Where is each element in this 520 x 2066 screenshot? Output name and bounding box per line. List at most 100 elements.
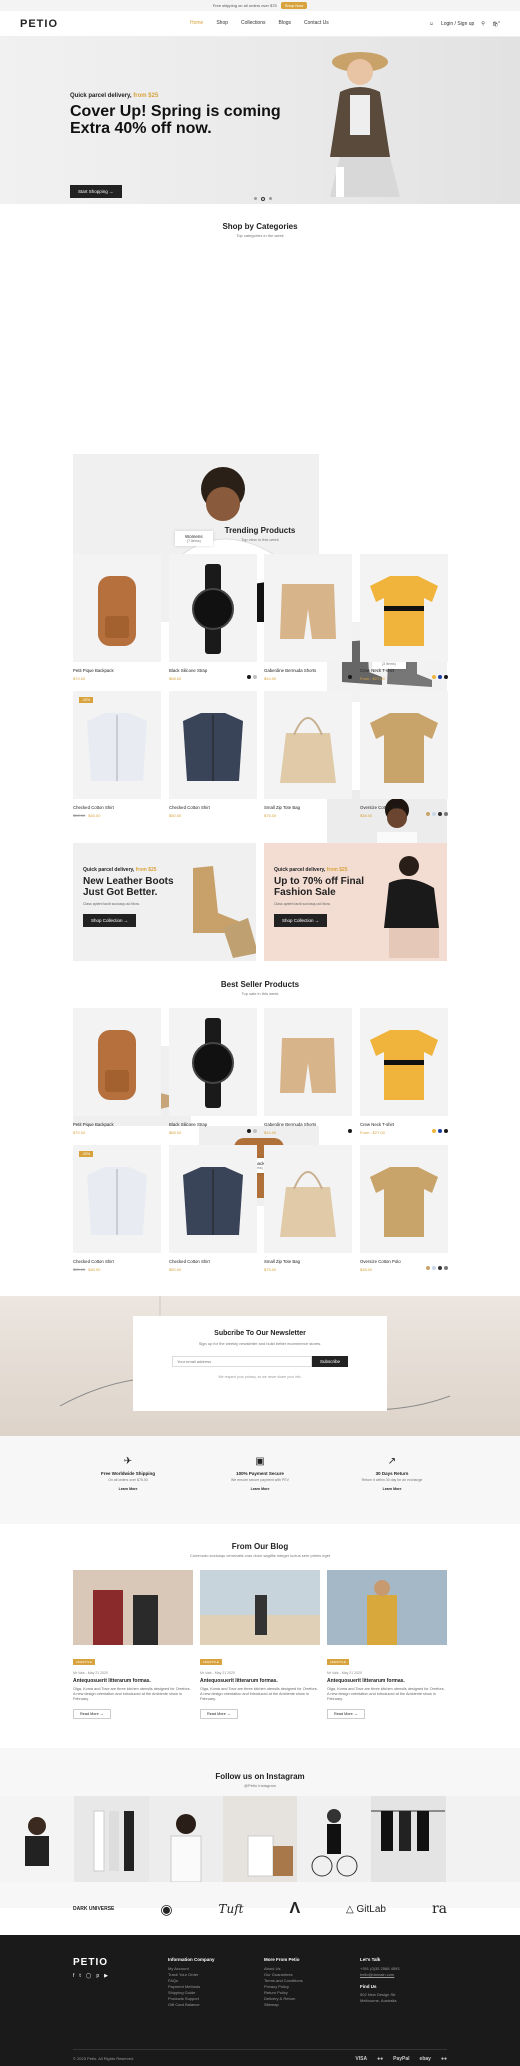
product-card[interactable]: Black Silicone Strap $68.00 bbox=[169, 1008, 257, 1135]
product-name[interactable]: Checked Cotton Shirt bbox=[73, 1259, 161, 1264]
user-icon[interactable]: ☺ bbox=[429, 21, 434, 27]
product-name[interactable]: Crew Neck T-shirt bbox=[360, 1122, 448, 1127]
instagram-post[interactable] bbox=[148, 1796, 223, 1883]
nav-blogs[interactable]: Blogs bbox=[279, 20, 292, 26]
blog-post-title[interactable]: Antequosuerit litterarum formas. bbox=[200, 1678, 320, 1684]
product-name[interactable]: Small Zip Tote Bag bbox=[264, 805, 352, 810]
subscribe-button[interactable]: Subscribe bbox=[311, 1356, 348, 1367]
color-swatch[interactable] bbox=[253, 675, 257, 679]
instagram-icon[interactable]: ◯ bbox=[86, 1973, 92, 1979]
product-card[interactable]: Crew Neck T-shirt From : $27.00 bbox=[360, 554, 448, 681]
nav-shop[interactable]: Shop bbox=[216, 20, 228, 26]
product-card[interactable]: -20% Checked Cotton Shirt $50.00 $40.00 bbox=[73, 1145, 161, 1272]
product-name[interactable]: Black Silicone Strap bbox=[169, 1122, 257, 1127]
product-name[interactable]: Oversize Cotton Polo bbox=[360, 805, 448, 810]
product-image[interactable] bbox=[73, 1008, 161, 1116]
promo-boots-button[interactable]: Shop Collection → bbox=[83, 914, 137, 927]
product-card[interactable]: Small Zip Tote Bag $75.00 bbox=[264, 1145, 352, 1272]
blog-image[interactable] bbox=[327, 1570, 447, 1645]
color-swatch[interactable] bbox=[432, 1266, 436, 1270]
blog-tag[interactable]: LIFESTYLE bbox=[327, 1659, 349, 1665]
product-card[interactable]: Checked Cotton Shirt $50.00 bbox=[169, 691, 257, 818]
color-swatch[interactable] bbox=[444, 812, 448, 816]
product-name[interactable]: Checked Cotton Shirt bbox=[169, 1259, 257, 1264]
product-card[interactable]: Oversize Cotton Polo $38.00 bbox=[360, 691, 448, 818]
product-name[interactable]: Oversize Cotton Polo bbox=[360, 1259, 448, 1264]
lion-logo-icon[interactable]: ◉ bbox=[160, 1901, 172, 1918]
brand-dark-universe[interactable]: DARK UNIVERSE bbox=[73, 1906, 114, 1912]
color-swatch[interactable] bbox=[432, 675, 436, 679]
blog-tag[interactable]: LIFESTYLE bbox=[73, 1659, 95, 1665]
color-swatch[interactable] bbox=[348, 675, 352, 679]
product-card[interactable]: Gaberdine Bermuda Shorts $44.00 bbox=[264, 554, 352, 681]
product-image[interactable] bbox=[169, 691, 257, 799]
instagram-post[interactable] bbox=[297, 1796, 372, 1882]
instagram-post[interactable] bbox=[222, 1796, 298, 1882]
color-swatch[interactable] bbox=[426, 812, 430, 816]
blog-image[interactable] bbox=[200, 1570, 320, 1645]
read-more-button[interactable]: Read More → bbox=[73, 1709, 111, 1719]
product-image[interactable] bbox=[360, 691, 448, 799]
color-swatch[interactable] bbox=[432, 1129, 436, 1133]
footer-link[interactable]: Sitemap bbox=[264, 2002, 303, 2008]
product-image[interactable] bbox=[169, 554, 257, 662]
shop-now-button[interactable]: Shop Now bbox=[280, 2, 308, 9]
product-image[interactable]: -20% bbox=[73, 1145, 161, 1253]
product-card[interactable]: Petit Pique Backpack $70.00 bbox=[73, 1008, 161, 1135]
promo-sale-button[interactable]: Shop Collection → bbox=[274, 914, 328, 927]
brand-tuft[interactable]: Tuft bbox=[219, 1902, 244, 1916]
read-more-button[interactable]: Read More → bbox=[327, 1709, 365, 1719]
product-card[interactable]: Black Silicone Strap $68.00 bbox=[169, 554, 257, 681]
nav-contact[interactable]: Contact Us bbox=[304, 20, 329, 26]
product-name[interactable]: Petit Pique Backpack bbox=[73, 1122, 161, 1127]
footer-email[interactable]: hello@domain.com bbox=[360, 1972, 399, 1978]
twitter-icon[interactable]: t bbox=[79, 1973, 80, 1979]
color-swatch[interactable] bbox=[438, 1266, 442, 1270]
product-image[interactable] bbox=[73, 554, 161, 662]
instagram-post[interactable] bbox=[0, 1796, 75, 1882]
color-swatch[interactable] bbox=[247, 1129, 251, 1133]
login-link[interactable]: Login / Sign up bbox=[441, 21, 474, 27]
feature-learn-more[interactable]: Learn More bbox=[73, 1487, 183, 1491]
ra-logo-icon[interactable]: ra bbox=[432, 1901, 447, 1917]
product-card[interactable]: Checked Cotton Shirt $50.00 bbox=[169, 1145, 257, 1272]
color-swatch[interactable] bbox=[438, 1129, 442, 1133]
cart-icon[interactable]: 🛍0 bbox=[492, 20, 500, 28]
product-name[interactable]: Gaberdine Bermuda Shorts bbox=[264, 1122, 352, 1127]
product-name[interactable]: Small Zip Tote Bag bbox=[264, 1259, 352, 1264]
instagram-post[interactable] bbox=[445, 1796, 520, 1882]
product-name[interactable]: Crew Neck T-shirt bbox=[360, 668, 448, 673]
feature-learn-more[interactable]: Learn More bbox=[337, 1487, 447, 1491]
facebook-icon[interactable]: f bbox=[73, 1973, 74, 1979]
youtube-icon[interactable]: ▶ bbox=[104, 1973, 108, 1979]
product-card[interactable]: Crew Neck T-shirt From : $27.00 bbox=[360, 1008, 448, 1135]
nav-collections[interactable]: Collections bbox=[241, 20, 265, 26]
product-image[interactable] bbox=[169, 1145, 257, 1253]
newsletter-email-input[interactable] bbox=[171, 1356, 312, 1367]
blog-image[interactable] bbox=[73, 1570, 193, 1645]
color-swatch[interactable] bbox=[444, 675, 448, 679]
product-image[interactable] bbox=[264, 691, 352, 799]
read-more-button[interactable]: Read More → bbox=[200, 1709, 238, 1719]
color-swatch[interactable] bbox=[348, 1129, 352, 1133]
color-swatch[interactable] bbox=[432, 812, 436, 816]
color-swatch[interactable] bbox=[426, 1266, 430, 1270]
product-card[interactable]: Oversize Cotton Polo $38.00 bbox=[360, 1145, 448, 1272]
brand-gitlab[interactable]: △ GitLab bbox=[346, 1904, 386, 1915]
product-name[interactable]: Checked Cotton Shirt bbox=[73, 805, 161, 810]
start-shopping-button[interactable]: Start Shopping → bbox=[70, 185, 122, 198]
product-image[interactable]: -20% bbox=[73, 691, 161, 799]
product-image[interactable] bbox=[360, 1008, 448, 1116]
footer-logo[interactable]: PETIO bbox=[73, 1957, 108, 1968]
product-card[interactable]: Small Zip Tote Bag $75.00 bbox=[264, 691, 352, 818]
product-image[interactable] bbox=[360, 554, 448, 662]
color-swatch[interactable] bbox=[444, 1266, 448, 1270]
search-icon[interactable]: ⚲ bbox=[481, 21, 485, 27]
product-card[interactable]: Gaberdine Bermuda Shorts $44.00 bbox=[264, 1008, 352, 1135]
product-card[interactable]: -20% Checked Cotton Shirt $50.00 $40.00 bbox=[73, 691, 161, 818]
instagram-post[interactable] bbox=[371, 1796, 446, 1882]
pinterest-icon[interactable]: p bbox=[96, 1973, 99, 1979]
color-swatch[interactable] bbox=[438, 812, 442, 816]
color-swatch[interactable] bbox=[438, 675, 442, 679]
color-swatch[interactable] bbox=[253, 1129, 257, 1133]
